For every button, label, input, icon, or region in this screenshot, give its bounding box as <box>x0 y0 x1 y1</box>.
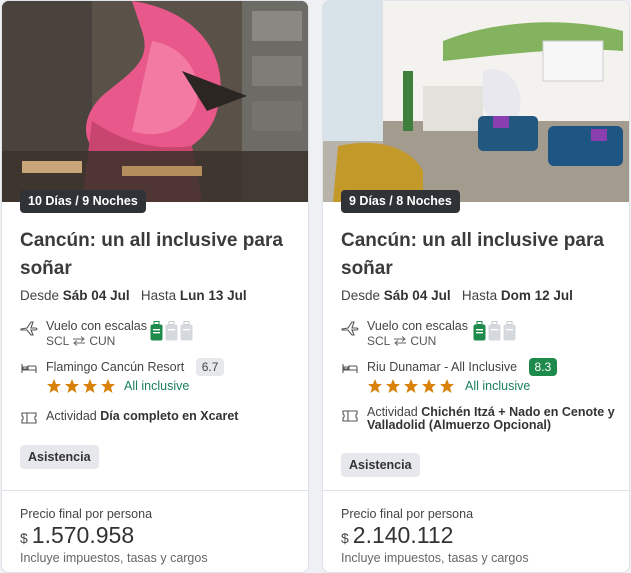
bag-not-included-icon <box>180 321 193 341</box>
from-label: Desde <box>341 288 381 303</box>
hotel-rating-badge: 8.3 <box>528 358 558 376</box>
hotel-stars: All inclusive <box>46 378 189 394</box>
duration-badge: 9 Días / 8 Noches <box>341 190 460 213</box>
from-date: Sáb 04 Jul <box>62 288 130 303</box>
divider <box>2 490 308 491</box>
star-icon <box>47 379 61 393</box>
price-note: Incluye impuestos, tasas y cargos <box>341 551 529 565</box>
to-date: Lun 13 Jul <box>179 288 247 303</box>
bag-included-icon <box>473 321 486 341</box>
bed-icon <box>342 364 358 373</box>
price-label: Precio final por persona <box>341 507 474 521</box>
price-label: Precio final por persona <box>20 507 153 521</box>
price-note: Incluye impuestos, tasas y cargos <box>20 551 208 565</box>
star-icon <box>101 379 115 393</box>
package-title[interactable]: Cancún: un all inclusive para soñar <box>341 227 611 283</box>
flamingo-mural-photo <box>2 1 308 202</box>
from-date: Sáb 04 Jul <box>383 288 451 303</box>
hotel-info: Flamingo Cancún Resort 6.7 <box>20 358 225 376</box>
ticket-icon <box>342 410 358 422</box>
board-plan: All inclusive <box>465 379 531 393</box>
star-icon <box>65 379 79 393</box>
divider <box>323 490 629 491</box>
flight-label: Vuelo con escalas <box>46 319 147 333</box>
flight-destination: CUN <box>410 334 437 348</box>
package-card[interactable]: 9 Días / 8 Noches Cancún: un all inclusi… <box>322 0 630 573</box>
baggage-info <box>150 321 193 341</box>
star-icon <box>386 379 400 393</box>
activity-label: Actividad <box>367 405 418 419</box>
to-date: Dom 12 Jul <box>500 288 573 303</box>
hotel-info: Riu Dunamar - All Inclusive 8.3 <box>341 358 558 376</box>
bag-included-icon <box>150 321 163 341</box>
assistance-tag: Asistencia <box>341 453 420 477</box>
price-amount: 2.140.112 <box>352 522 454 548</box>
bed-icon <box>21 364 37 373</box>
from-label: Desde <box>20 288 60 303</box>
flight-info: Vuelo con escalas SCL CUN <box>341 318 468 348</box>
hotel-name[interactable]: Riu Dunamar - All Inclusive <box>367 360 517 374</box>
plane-icon <box>20 321 38 336</box>
flight-info: Vuelo con escalas SCL CUN <box>20 318 147 348</box>
activity-label: Actividad <box>46 409 97 423</box>
activity-info: Actividad Chichén Itzá + Nado en Cenote … <box>341 406 617 432</box>
swap-arrows-icon <box>73 336 86 346</box>
price: $ 2.140.112 <box>341 522 453 549</box>
star-icon <box>404 379 418 393</box>
travel-dates: Desde Sáb 04 Jul Hasta Dom 12 Jul <box>341 288 573 303</box>
star-icon <box>440 379 454 393</box>
bag-not-included-icon <box>488 321 501 341</box>
activity-name: Día completo en Xcaret <box>100 409 239 423</box>
duration-badge: 10 Días / 9 Noches <box>20 190 146 213</box>
hotel-name[interactable]: Flamingo Cancún Resort <box>46 360 184 374</box>
to-label: Hasta <box>461 288 498 303</box>
flight-label: Vuelo con escalas <box>367 319 468 333</box>
bag-not-included-icon <box>503 321 516 341</box>
star-icon <box>368 379 382 393</box>
hotel-stars: All inclusive <box>367 378 530 394</box>
package-title[interactable]: Cancún: un all inclusive para soñar <box>20 227 290 283</box>
activity-info: Actividad Día completo en Xcaret <box>20 408 238 426</box>
baggage-info <box>473 321 516 341</box>
flight-origin: SCL <box>46 334 70 348</box>
flight-destination: CUN <box>89 334 116 348</box>
to-label: Hasta <box>140 288 177 303</box>
travel-dates: Desde Sáb 04 Jul Hasta Lun 13 Jul <box>20 288 247 303</box>
hotel-lobby-photo <box>323 1 629 202</box>
price-currency: $ <box>20 530 28 546</box>
star-icon <box>83 379 97 393</box>
price-amount: 1.570.958 <box>31 522 135 548</box>
flight-route: SCL CUN <box>46 334 147 348</box>
package-card[interactable]: 10 Días / 9 Noches Cancún: un all inclus… <box>1 0 309 573</box>
price-currency: $ <box>341 530 349 546</box>
ticket-icon <box>21 412 37 424</box>
hotel-rating-badge: 6.7 <box>195 358 225 376</box>
board-plan: All inclusive <box>124 379 190 393</box>
flight-origin: SCL <box>367 334 391 348</box>
price: $ 1.570.958 <box>20 522 134 549</box>
package-results: 10 Días / 9 Noches Cancún: un all inclus… <box>0 0 631 573</box>
assistance-tag: Asistencia <box>20 445 99 469</box>
flight-route: SCL CUN <box>367 334 468 348</box>
bag-not-included-icon <box>165 321 178 341</box>
star-icon <box>422 379 436 393</box>
plane-icon <box>341 321 359 336</box>
swap-arrows-icon <box>394 336 407 346</box>
